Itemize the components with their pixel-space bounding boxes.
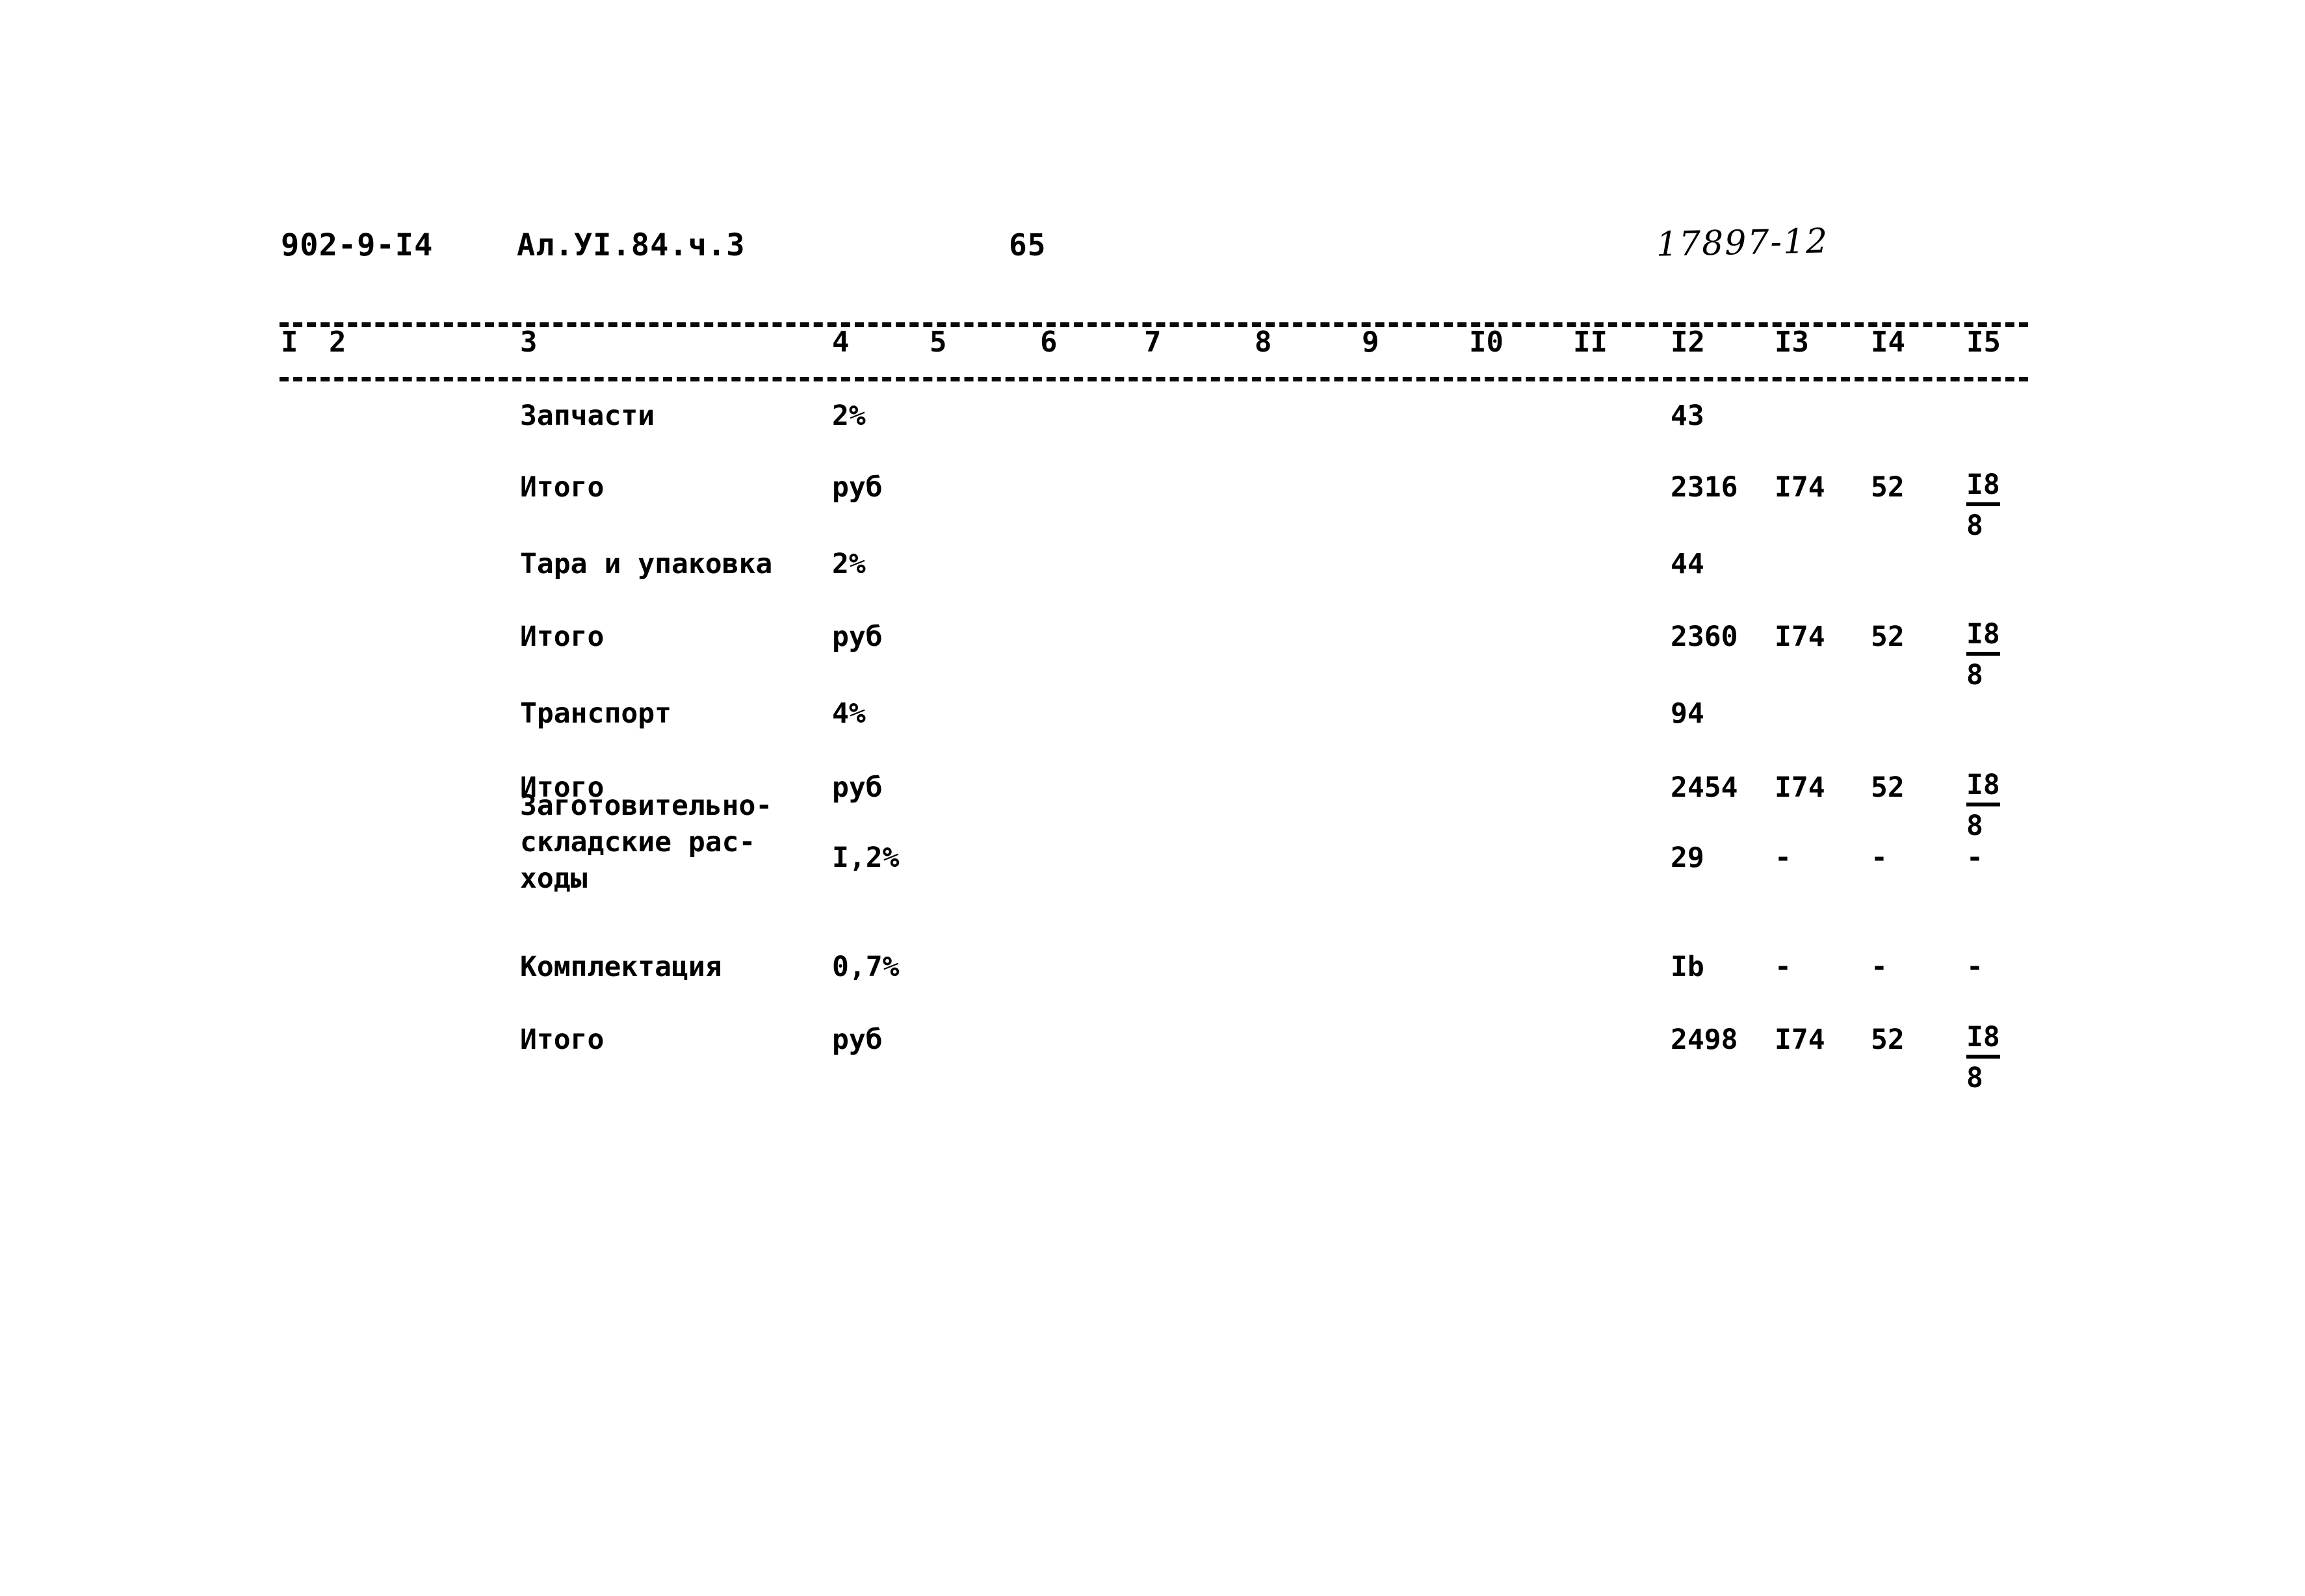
row-unit-value: 2%: [832, 548, 866, 580]
row-item-name-line-2: складские рас-: [520, 826, 756, 858]
row-item-name: Итого: [520, 1023, 605, 1056]
row-value-col12: 2316: [1671, 471, 1738, 504]
row-unit-value: руб: [832, 621, 883, 653]
row-value-col14: -: [1871, 951, 1888, 983]
row-item-name-line-3: ходы: [520, 862, 588, 895]
row-unit-value: руб: [832, 471, 883, 504]
column-number-1: I: [281, 326, 298, 359]
row-item-name: Итого: [520, 471, 605, 504]
fraction-numerator: I8: [1966, 619, 2000, 656]
column-number-9: 9: [1362, 326, 1379, 359]
document-code: 902-9-I4: [281, 227, 434, 263]
fraction-denominator: 8: [1966, 1062, 1983, 1094]
row-value-col13: I74: [1775, 1023, 1825, 1056]
fraction-denominator: 8: [1966, 659, 1983, 691]
row-value-col13: I74: [1775, 771, 1825, 804]
fraction-numerator: I8: [1966, 1022, 2000, 1059]
column-number-15: I5: [1966, 326, 2001, 359]
table-column-numbers: I 2 3 4 5 6 7 8 9 I0 II I2 I3 I4 I5: [0, 328, 2305, 374]
row-value-col15: -: [1966, 951, 1983, 983]
row-value-col13: I74: [1775, 471, 1825, 504]
table-rule-bottom: [280, 377, 2028, 381]
row-item-name: Итого: [520, 621, 605, 653]
row-value-col14: 52: [1871, 1023, 1905, 1056]
column-number-10: I0: [1469, 326, 1504, 359]
row-value-col14: 52: [1871, 621, 1905, 653]
row-value-col15-fraction: I8 8: [1966, 769, 2000, 842]
archive-stamp-number: 17897-12: [1656, 222, 1829, 264]
row-value-col14: 52: [1871, 771, 1905, 804]
column-number-2: 2: [329, 326, 346, 359]
row-value-col12: 2360: [1671, 621, 1738, 653]
row-value-col13: I74: [1775, 621, 1825, 653]
row-value-col12: 2454: [1671, 771, 1738, 804]
row-value-col13: -: [1775, 951, 1791, 983]
row-value-col12: Ib: [1671, 951, 1704, 983]
column-number-12: I2: [1671, 326, 1705, 359]
row-value-col12: 94: [1671, 697, 1704, 730]
row-item-name: Тара и упаковка: [520, 548, 773, 580]
row-value-col14: 52: [1871, 471, 1905, 504]
page-number: 65: [1009, 227, 1047, 263]
row-value-col15: -: [1966, 842, 1983, 874]
row-value-col15-fraction: I8 8: [1966, 1022, 2000, 1094]
row-item-name: Заготовительно-складские рас-ходы: [520, 788, 772, 897]
fraction-numerator: I8: [1966, 469, 2000, 506]
fraction-denominator: 8: [1966, 810, 1983, 842]
row-value-col15-fraction: I8 8: [1966, 469, 2000, 541]
row-value-col12: 2498: [1671, 1023, 1738, 1056]
column-number-4: 4: [832, 326, 850, 359]
row-unit-value: 2%: [832, 400, 866, 432]
row-value-col14: -: [1871, 842, 1888, 874]
row-item-name: Транспорт: [520, 697, 671, 730]
column-number-11: II: [1573, 326, 1608, 359]
column-number-8: 8: [1255, 326, 1272, 359]
fraction-numerator: I8: [1966, 769, 2000, 806]
column-number-6: 6: [1040, 326, 1058, 359]
row-value-col15-fraction: I8 8: [1966, 619, 2000, 691]
row-value-col12: 29: [1671, 842, 1704, 874]
column-number-7: 7: [1144, 326, 1162, 359]
row-value-col12: 43: [1671, 400, 1704, 432]
column-number-13: I3: [1775, 326, 1809, 359]
row-unit-value: 4%: [832, 697, 866, 730]
row-value-col13: -: [1775, 842, 1791, 874]
column-number-14: I4: [1871, 326, 1905, 359]
row-item-name: Запчасти: [520, 400, 655, 432]
row-item-name: Комплектация: [520, 951, 722, 983]
row-value-col12: 44: [1671, 548, 1704, 580]
page-header: 902-9-I4 Ал.УI.84.ч.3 65 17897-12: [0, 214, 2305, 286]
row-unit-value: руб: [832, 771, 883, 804]
column-number-5: 5: [930, 326, 947, 359]
row-item-name-line-1: Заготовительно-: [520, 790, 773, 822]
document-page: 902-9-I4 Ал.УI.84.ч.3 65 17897-12 I2 3 4 5 6…: [0, 0, 2305, 1596]
fraction-denominator: 8: [1966, 509, 1983, 542]
row-unit-value: I,2%: [832, 842, 900, 874]
album-reference: Ал.УI.84.ч.3: [517, 227, 746, 263]
row-unit-value: руб: [832, 1023, 883, 1056]
row-unit-value: 0,7%: [832, 951, 900, 983]
column-number-3: 3: [520, 326, 538, 359]
